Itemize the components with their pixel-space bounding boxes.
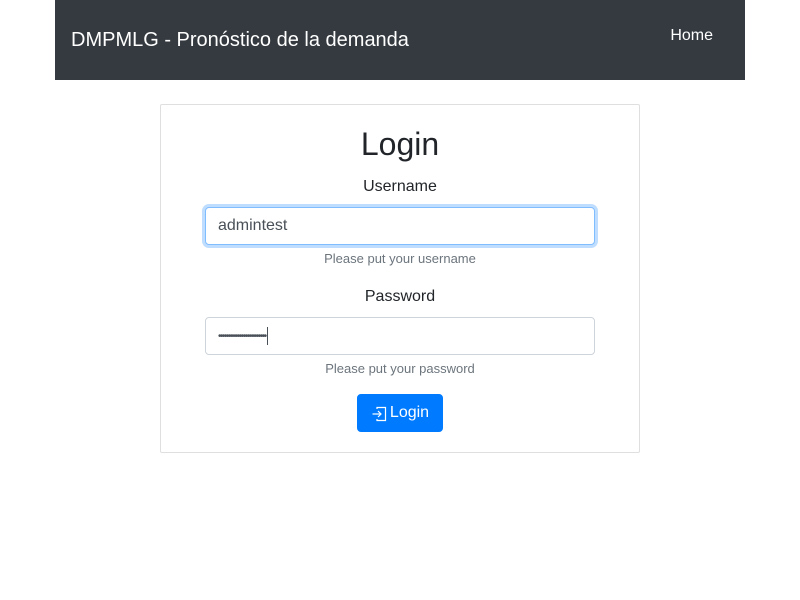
top-navbar: DMPMLG - Pronóstico de la demanda Home (55, 0, 745, 80)
password-input[interactable]: ••••••••••••••••••••••••• (205, 317, 595, 355)
navbar-brand[interactable]: DMPMLG - Pronóstico de la demanda (71, 28, 409, 52)
login-button-label: Login (389, 404, 430, 421)
text-cursor (266, 327, 268, 345)
password-masked-value: ••••••••••••••••••••••••• (218, 330, 267, 342)
username-input[interactable] (205, 207, 595, 245)
login-card: Login Username Please put your username … (160, 104, 640, 453)
username-help-text: Please put your username (324, 251, 476, 266)
sign-in-icon (372, 406, 387, 422)
password-help-text: Please put your password (325, 361, 475, 376)
login-button[interactable]: Login (357, 394, 443, 432)
password-label: Password (364, 288, 436, 305)
login-title: Login (360, 126, 440, 162)
username-label: Username (363, 178, 437, 195)
nav-link-home[interactable]: Home (670, 26, 713, 46)
